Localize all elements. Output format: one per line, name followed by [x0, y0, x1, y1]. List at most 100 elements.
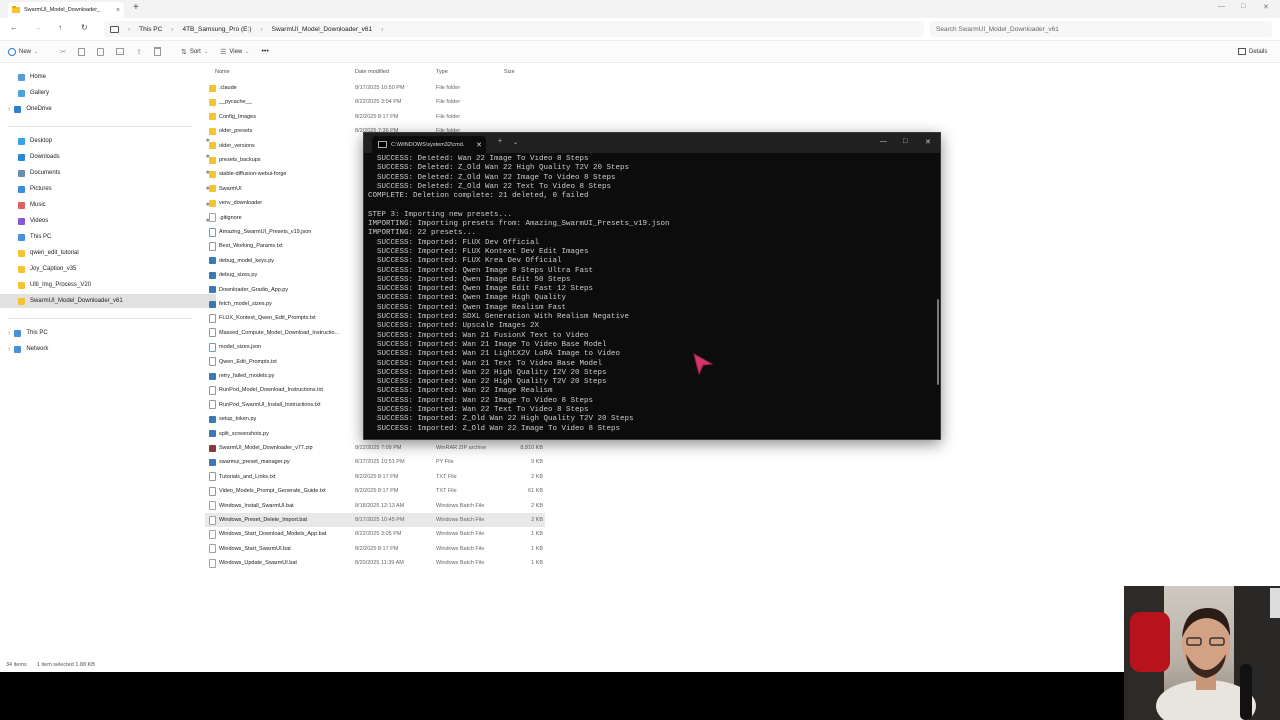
console-line: SUCCESS: Imported: Wan 22 Text To Video … [368, 406, 589, 415]
file-name: RunPod_SwarmUI_Install_Instructions.txt [219, 401, 321, 408]
file-type: Windows Batch File [436, 531, 485, 538]
sidebar-divider [8, 318, 192, 319]
sidebar-item[interactable]: Home [0, 70, 216, 84]
file-date: 8/2/2025 8:17 PM [355, 545, 399, 552]
table-row[interactable]: Video_Models_Prompt_Generate_Guide.txt 8/… [205, 484, 545, 498]
minimize-icon[interactable]: — [1218, 3, 1225, 10]
sidebar-item[interactable]: Pictures ✱ [0, 182, 216, 196]
new-button[interactable]: New ⌄ [8, 47, 38, 56]
column-header-date[interactable]: Date modified [355, 69, 389, 75]
sidebar-item-icon [18, 201, 25, 209]
sidebar-item-icon [18, 281, 25, 289]
paste-button[interactable] [97, 47, 105, 56]
table-row[interactable]: Windows_Preset_Delete_Import.bat 8/17/202… [205, 513, 545, 527]
sidebar-item[interactable]: Ulti_Img_Process_V20 [0, 278, 216, 292]
console-line: SUCCESS: Deleted: Z_Old Wan 22 Text To V… [368, 182, 612, 191]
close-icon[interactable]: ✕ [1263, 3, 1269, 11]
console-line: SUCCESS: Imported: Wan 21 Text To Video … [368, 359, 603, 368]
sidebar-item[interactable]: Documents ✱ [0, 166, 216, 180]
sidebar-item[interactable]: SwarmUI_Model_Downloader_v61 [0, 294, 216, 308]
table-row[interactable]: .claude 8/17/2025 10:50 PM File folder [205, 81, 545, 95]
table-row[interactable]: __pycache__ 8/22/2025 3:04 PM File folder [205, 95, 545, 109]
sidebar-item[interactable]: Videos ✱ [0, 214, 216, 228]
sort-button[interactable]: ⇅ Sort ⌄ [181, 48, 208, 56]
folder-icon [209, 98, 216, 106]
column-header-type[interactable]: Type [436, 69, 448, 75]
view-button[interactable]: ☰ View ⌄ [220, 48, 249, 56]
file-icon [209, 544, 216, 554]
cmd-window[interactable]: C:\WINDOWS\system32\cmd. ✕ + ⌄ — □ ✕ SUC… [363, 132, 941, 440]
cmd-close-icon[interactable]: ✕ [925, 138, 931, 146]
file-icon [209, 372, 216, 380]
cmd-dropdown-icon[interactable]: ⌄ [513, 139, 518, 146]
chevron-right-icon[interactable]: › [8, 346, 10, 353]
sidebar-item[interactable]: Joy_Caption_v35 [0, 262, 216, 276]
cmd-tab[interactable]: C:\WINDOWS\system32\cmd. ✕ [372, 136, 486, 153]
sort-label: Sort [189, 48, 201, 55]
sidebar-item[interactable]: › This PC [0, 326, 206, 340]
file-icon [209, 328, 216, 338]
more-options-icon[interactable]: ••• [261, 48, 268, 55]
copy-button[interactable] [78, 47, 86, 56]
sidebar-item[interactable]: Gallery [0, 86, 216, 100]
table-row[interactable]: SwarmUI_Model_Downloader_v77.zip 8/22/202… [205, 441, 545, 455]
file-size: 1 KB [531, 545, 543, 552]
column-header-size[interactable]: Size [504, 69, 515, 75]
up-arrow-icon[interactable]: ↑ [58, 23, 62, 32]
console-scrollbar[interactable] [937, 299, 939, 385]
file-name: RunPod_Model_Download_Instructions.txt [219, 387, 323, 394]
breadcrumb-this-pc[interactable]: This PC [139, 26, 162, 33]
search-box[interactable]: Search SwarmUI_Model_Downloader_v61 [930, 21, 1272, 37]
new-tab-button[interactable]: + [133, 2, 139, 13]
sidebar-item[interactable]: qwen_edit_tutorial [0, 246, 216, 260]
table-row[interactable]: Windows_Install_SwarmUI.bat 8/18/2025 12:… [205, 499, 545, 513]
new-label: New [19, 48, 32, 55]
file-date: 8/17/2025 10:50 PM [355, 85, 405, 91]
chevron-right-icon[interactable]: › [8, 330, 10, 337]
share-button[interactable]: ⇪ [136, 48, 142, 56]
console-line: SUCCESS: Imported: Wan 22 High Quality T… [368, 378, 607, 387]
back-arrow-icon[interactable]: ← [10, 23, 18, 32]
refresh-icon[interactable]: ↻ [81, 23, 88, 32]
column-header-name[interactable]: Name [215, 69, 230, 75]
file-date: 8/22/2025 7:09 PM [355, 445, 402, 451]
console-output[interactable]: SUCCESS: Deleted: Wan 22 Image To Video … [368, 155, 928, 439]
breadcrumb-folder[interactable]: SwarmUI_Model_Downloader_v61 [272, 26, 372, 33]
table-row[interactable]: Windows_Update_SwarmUI.bat 8/20/2025 11:3… [205, 556, 545, 570]
delete-button[interactable] [153, 47, 161, 56]
tab-close-button[interactable]: × [116, 7, 120, 14]
chevron-right-icon[interactable]: › [8, 106, 10, 113]
file-name: swarmui_preset_manager.py [219, 459, 290, 466]
table-row[interactable]: Windows_Start_Download_Models_App.bat 8/2… [205, 527, 545, 541]
details-button[interactable]: Details [1238, 48, 1267, 55]
table-row[interactable]: swarmui_preset_manager.py 8/17/2025 10:51… [205, 455, 545, 469]
rename-button[interactable] [116, 48, 125, 55]
breadcrumb[interactable]: › This PC › 4TB_Samsung_Pro (E:) › Swarm… [104, 21, 924, 37]
forward-arrow-icon[interactable]: → [34, 23, 42, 32]
cmd-maximize-icon[interactable]: □ [903, 138, 907, 145]
file-date: 8/17/2025 10:45 PM [355, 517, 405, 523]
cut-button[interactable]: ✂ [60, 48, 66, 56]
maximize-icon[interactable]: □ [1241, 3, 1245, 10]
sidebar-item[interactable]: › Network [0, 342, 206, 356]
cmd-tab-close-icon[interactable]: ✕ [476, 141, 482, 149]
explorer-tab[interactable]: SwarmUI_Model_Downloader_ × [8, 2, 124, 18]
table-row[interactable]: Config_Images 8/2/2025 8:17 PM File folder [205, 110, 545, 124]
webcam-overlay [1124, 586, 1280, 720]
sidebar-item[interactable]: This PC [0, 230, 216, 244]
table-row[interactable]: Tutorials_and_Links.txt 8/2/2025 8:17 PM T… [205, 470, 545, 484]
sidebar-item[interactable]: Downloads ✱ [0, 150, 216, 164]
cmd-new-tab-icon[interactable]: + [498, 138, 502, 145]
search-input[interactable]: Search SwarmUI_Model_Downloader_v61 [936, 26, 1059, 33]
file-icon [209, 213, 216, 223]
webcam-person-image [1124, 586, 1280, 720]
sidebar-item[interactable]: › OneDrive [0, 102, 206, 116]
table-row[interactable]: Windows_Start_SwarmUI.bat 8/2/2025 8:17 P… [205, 542, 545, 556]
breadcrumb-drive[interactable]: 4TB_Samsung_Pro (E:) [182, 26, 251, 33]
sidebar-item[interactable]: Music ✱ [0, 198, 216, 212]
sidebar-item[interactable]: Desktop ✱ [0, 134, 216, 148]
console-line: SUCCESS: Imported: Wan 22 Image To Video… [368, 396, 594, 405]
file-name: Qwen_Edit_Prompts.txt [219, 358, 277, 365]
folder-icon [12, 6, 20, 13]
cmd-minimize-icon[interactable]: — [880, 138, 887, 145]
